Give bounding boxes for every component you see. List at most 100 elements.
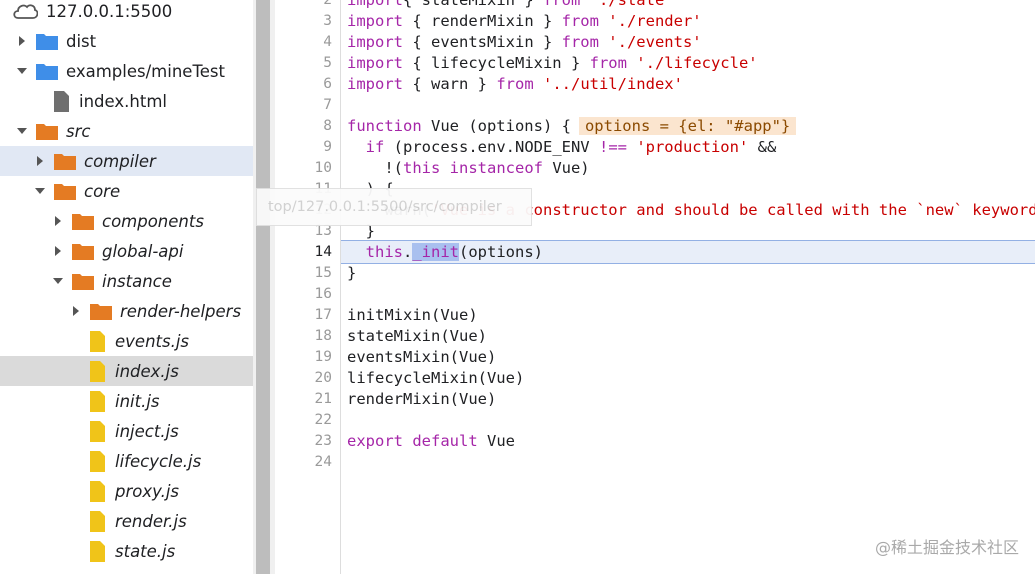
code-line[interactable]: initMixin(Vue) xyxy=(347,305,478,326)
tree-item[interactable]: events.js xyxy=(0,326,253,356)
code-token: stateMixin(Vue) xyxy=(347,327,487,345)
line-number[interactable]: 5 xyxy=(292,53,332,74)
tree-item[interactable]: components xyxy=(0,206,253,236)
caret-down-icon[interactable] xyxy=(17,126,27,136)
line-number[interactable]: 21 xyxy=(292,389,332,410)
tree-item-label: global-api xyxy=(102,241,184,261)
code-line[interactable]: this._init(options) xyxy=(347,242,543,263)
caret-right-icon[interactable] xyxy=(71,306,81,316)
line-number[interactable]: 10 xyxy=(292,158,332,179)
code-line[interactable]: eventsMixin(Vue) xyxy=(347,347,496,368)
sidebar-scrollbar-thumb[interactable] xyxy=(256,0,270,574)
line-number[interactable]: 2 xyxy=(292,0,332,11)
code-line[interactable]: !(this instanceof Vue) xyxy=(347,158,590,179)
code-token: from xyxy=(542,0,581,9)
file-icon xyxy=(90,420,105,442)
code-line[interactable]: renderMixin(Vue) xyxy=(347,389,496,410)
code-line[interactable]: import { eventsMixin } from './events' xyxy=(347,32,702,53)
tree-item[interactable]: inject.js xyxy=(0,416,253,446)
tree-item-label: render.js xyxy=(115,511,187,531)
code-token: { stateMixin } xyxy=(403,0,543,9)
caret-right-icon[interactable] xyxy=(53,246,63,256)
line-number[interactable]: 22 xyxy=(292,410,332,431)
tree-item[interactable]: dist xyxy=(0,26,253,56)
caret-right-icon[interactable] xyxy=(53,216,63,226)
caret-down-icon[interactable] xyxy=(53,276,63,286)
line-number-gutter[interactable]: 23456789101112131415161718192021222324 xyxy=(275,0,341,574)
code-line[interactable]: import { lifecycleMixin } from './lifecy… xyxy=(347,53,758,74)
code-token: 'production' xyxy=(626,138,749,156)
file-icon xyxy=(90,330,105,352)
tree-item-label: src xyxy=(66,121,91,141)
line-number[interactable]: 6 xyxy=(292,74,332,95)
file-icon xyxy=(90,360,105,382)
line-number[interactable]: 19 xyxy=(292,347,332,368)
tree-item[interactable]: render-helpers xyxy=(0,296,253,326)
tree-item[interactable]: index.html xyxy=(0,86,253,116)
caret-right-icon[interactable] xyxy=(17,36,27,46)
code-line[interactable]: import { warn } from '../util/index' xyxy=(347,74,683,95)
tree-item[interactable]: proxy.js xyxy=(0,476,253,506)
code-token: if xyxy=(365,138,385,156)
path-tooltip: top/127.0.0.1:5500/src/compiler xyxy=(256,188,532,226)
code-editor[interactable]: 23456789101112131415161718192021222324 i… xyxy=(275,0,1035,574)
code-token: from xyxy=(496,75,534,93)
code-line[interactable]: import{ stateMixin } from './state' xyxy=(347,0,674,11)
tree-item[interactable]: init.js xyxy=(0,386,253,416)
code-line[interactable]: export default Vue xyxy=(347,431,515,452)
tree-item[interactable]: lifecycle.js xyxy=(0,446,253,476)
tree-item-label: events.js xyxy=(115,331,190,351)
line-number[interactable]: 3 xyxy=(292,11,332,32)
line-number[interactable]: 9 xyxy=(292,137,332,158)
code-line[interactable]: function Vue (options) {options = {el: "… xyxy=(347,116,797,137)
folder-icon xyxy=(90,303,112,320)
code-line[interactable]: stateMixin(Vue) xyxy=(347,326,487,347)
tree-item[interactable]: core xyxy=(0,176,253,206)
code-token: './events' xyxy=(598,33,702,51)
cloud-icon xyxy=(12,3,39,20)
code-line[interactable]: } xyxy=(347,263,356,284)
caret-right-icon[interactable] xyxy=(35,156,45,166)
line-number[interactable]: 18 xyxy=(292,326,332,347)
folder-icon xyxy=(36,33,58,50)
file-icon xyxy=(90,450,105,472)
tree-item[interactable]: state.js xyxy=(0,536,253,566)
folder-icon xyxy=(54,153,76,170)
line-number[interactable]: 14 xyxy=(292,242,332,263)
tree-item[interactable]: compiler xyxy=(0,146,253,176)
code-token: import xyxy=(347,12,403,30)
selected-token: _init xyxy=(412,243,460,261)
tree-item-label: index.html xyxy=(79,91,167,111)
tree-item[interactable]: src xyxy=(0,116,253,146)
tree-item[interactable]: index.js xyxy=(0,356,253,386)
tree-item[interactable]: 127.0.0.1:5500 xyxy=(0,0,253,26)
tree-item[interactable]: examples/mineTest xyxy=(0,56,253,86)
line-number[interactable]: 20 xyxy=(292,368,332,389)
line-number[interactable]: 15 xyxy=(292,263,332,284)
line-number[interactable]: 16 xyxy=(292,284,332,305)
code-token: initMixin(Vue) xyxy=(347,306,478,324)
code-token: function xyxy=(347,117,422,135)
tree-item[interactable]: global-api xyxy=(0,236,253,266)
folder-icon xyxy=(36,123,58,140)
line-number[interactable]: 4 xyxy=(292,32,332,53)
code-token: from xyxy=(589,54,627,72)
tree-item[interactable]: render.js xyxy=(0,506,253,536)
code-token: !( xyxy=(347,159,403,177)
code-line[interactable]: lifecycleMixin(Vue) xyxy=(347,368,524,389)
line-number[interactable]: 7 xyxy=(292,95,332,116)
line-number[interactable]: 23 xyxy=(292,431,332,452)
tree-item-label: state.js xyxy=(115,541,176,561)
line-number[interactable]: 24 xyxy=(292,452,332,473)
line-number[interactable]: 8 xyxy=(292,116,332,137)
line-number[interactable]: 17 xyxy=(292,305,332,326)
caret-down-icon[interactable] xyxy=(17,66,27,76)
code-token: Vue) xyxy=(542,159,590,177)
code-token: import xyxy=(347,33,403,51)
tree-item[interactable]: instance xyxy=(0,266,253,296)
folder-icon xyxy=(72,243,94,260)
code-line[interactable]: if (process.env.NODE_ENV !== 'production… xyxy=(347,137,777,158)
code-token: { renderMixin } xyxy=(403,12,562,30)
code-line[interactable]: import { renderMixin } from './render' xyxy=(347,11,702,32)
caret-down-icon[interactable] xyxy=(35,186,45,196)
